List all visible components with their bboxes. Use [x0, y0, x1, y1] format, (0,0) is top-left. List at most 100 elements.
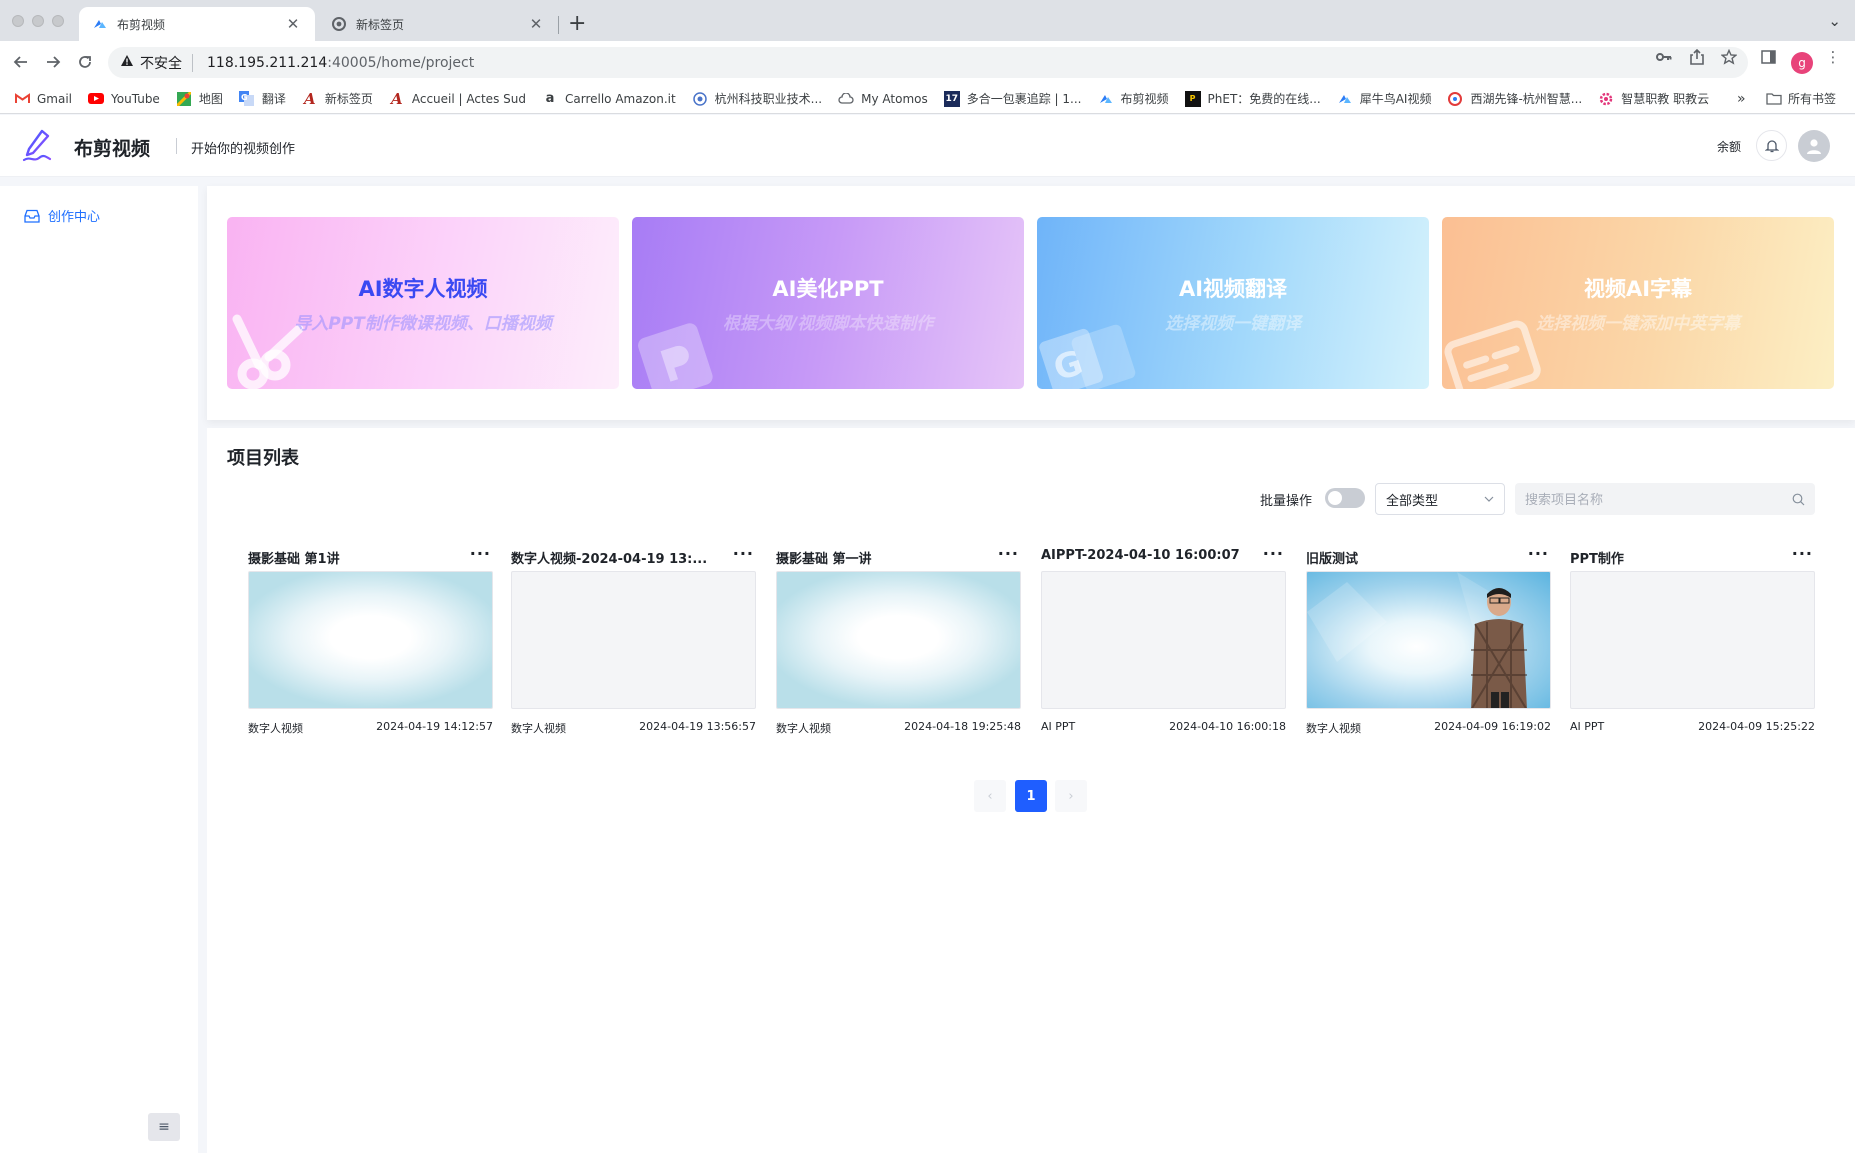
bookmark-bujian[interactable]: 布剪视频 — [1098, 90, 1169, 107]
maps-pin-icon — [176, 91, 192, 107]
notification-bell-icon[interactable] — [1756, 130, 1787, 161]
feature-panel: AI数字人视频 导入PPT制作微课视频、口播视频 AI美化PPT 根据大纲/视频… — [207, 186, 1855, 420]
project-more-icon[interactable]: ··· — [1792, 544, 1813, 563]
project-more-icon[interactable]: ··· — [1263, 544, 1284, 563]
project-thumbnail[interactable] — [511, 571, 756, 709]
project-more-icon[interactable]: ··· — [998, 544, 1019, 563]
header-divider — [176, 138, 177, 154]
project-type-select[interactable]: 全部类型 — [1375, 483, 1505, 515]
window-close-button[interactable] — [12, 15, 24, 27]
project-date: 2024-04-09 15:25:22 — [1698, 720, 1815, 733]
bookmarks-overflow-chevron-icon[interactable]: » — [1737, 91, 1746, 107]
brand-pen-logo-icon[interactable] — [22, 129, 52, 163]
bookmark-17track[interactable]: 17 多合一包裹追踪 | 1... — [943, 90, 1082, 107]
project-name: 摄影基础 第一讲 — [776, 552, 872, 567]
browser-toolbar: 不安全 118.195.211.214:40005/home/project ⋮ — [0, 41, 1855, 84]
bookmark-actes-sud[interactable]: A Accueil | Actes Sud — [389, 89, 526, 108]
bookmark-youtube[interactable]: YouTube — [88, 91, 160, 107]
key-icon[interactable] — [1655, 48, 1673, 66]
feature-title: AI美化PPT — [772, 277, 884, 301]
window-zoom-button[interactable] — [52, 15, 64, 27]
window-minimize-button[interactable] — [32, 15, 44, 27]
forward-arrow-icon[interactable] — [42, 51, 64, 73]
tab-title: 布剪视频 — [117, 17, 166, 32]
bookmark-maps[interactable]: 地图 — [176, 90, 223, 107]
brand-slogan: 开始你的视频创作 — [191, 142, 296, 157]
project-search — [1515, 483, 1815, 515]
balance-link[interactable]: 余额 — [1717, 138, 1741, 155]
project-type: AI PPT — [1041, 720, 1076, 733]
browser-tab-strip: 布剪视频 ✕ 新标签页 ✕ + ⌄ — [0, 0, 1855, 41]
chrome-favicon-icon — [332, 17, 346, 31]
sidebar-item-label: 创作中心 — [48, 210, 101, 225]
project-list-panel: 项目列表 批量操作 全部类型 摄影基础 第1讲 ··· 数字人视频 2024-0… — [207, 428, 1855, 1153]
new-tab-plus-icon[interactable]: + — [568, 12, 586, 36]
project-search-input[interactable] — [1525, 491, 1775, 507]
bookmark-phet[interactable]: P PhET：免费的在线... — [1184, 90, 1321, 107]
feature-card-ai-ppt[interactable]: AI美化PPT 根据大纲/视频脚本快速制作 — [632, 217, 1024, 389]
project-type: AI PPT — [1570, 720, 1605, 733]
project-thumbnail[interactable] — [248, 571, 493, 709]
bookmark-gmail[interactable]: Gmail — [14, 91, 72, 107]
svg-text:G: G — [241, 93, 248, 102]
search-icon[interactable] — [1792, 493, 1805, 506]
reload-icon[interactable] — [74, 51, 96, 73]
project-name: 数字人视频-2024-04-19 13:... — [511, 552, 708, 567]
selected-type: 全部类型 — [1386, 493, 1439, 509]
17track-icon: 17 — [943, 90, 960, 107]
bookmark-translate[interactable]: G 翻译 — [239, 90, 286, 107]
pagination-prev-button[interactable]: ‹ — [974, 780, 1006, 812]
address-bar[interactable]: 不安全 118.195.211.214:40005/home/project — [108, 47, 1748, 78]
project-more-icon[interactable]: ··· — [470, 544, 491, 563]
project-type: 数字人视频 — [1306, 722, 1361, 735]
side-panel-icon[interactable] — [1759, 48, 1777, 66]
chevron-down-icon — [1484, 496, 1494, 502]
feature-card-ai-digital-human[interactable]: AI数字人视频 导入PPT制作微课视频、口播视频 — [227, 217, 619, 389]
tab-close-icon[interactable]: ✕ — [528, 15, 544, 33]
share-icon[interactable] — [1688, 48, 1706, 66]
project-thumbnail[interactable] — [1570, 571, 1815, 709]
project-date: 2024-04-19 14:12:57 — [376, 720, 493, 733]
batch-operation-toggle[interactable] — [1325, 488, 1365, 508]
pagination-next-button[interactable]: › — [1055, 780, 1087, 812]
tab-search-chevron-icon[interactable]: ⌄ — [1828, 12, 1841, 30]
project-thumbnail[interactable] — [776, 571, 1021, 709]
browser-menu-kebab-icon[interactable]: ⋮ — [1824, 48, 1842, 66]
project-more-icon[interactable]: ··· — [733, 544, 754, 563]
actes-sud-a-icon: A — [304, 89, 316, 108]
xihu-logo-icon — [1447, 91, 1463, 107]
xiniuniao-icon — [1337, 91, 1353, 107]
project-more-icon[interactable]: ··· — [1528, 544, 1549, 563]
bookmark-xihu[interactable]: 西湖先锋-杭州智慧... — [1447, 90, 1582, 107]
project-thumbnail[interactable] — [1041, 571, 1286, 709]
all-bookmarks-folder[interactable]: 所有书签 — [1766, 90, 1836, 107]
bookmark-amazon[interactable]: a Carrello Amazon.it — [542, 91, 676, 107]
feature-card-video-ai-subtitle[interactable]: 视频AI字幕 选择视频一键添加中英字幕 — [1442, 217, 1834, 389]
bookmark-xiniuniao[interactable]: 犀牛鸟AI视频 — [1337, 90, 1431, 107]
bookmark-zhijiao[interactable]: 智慧职教 职教云 — [1598, 90, 1709, 107]
feature-card-ai-video-translate[interactable]: G AI视频翻译 选择视频一键翻译 — [1037, 217, 1429, 389]
bookmark-hzvtc[interactable]: 杭州科技职业技术... — [692, 90, 822, 107]
tab-close-icon[interactable]: ✕ — [285, 15, 301, 33]
tab-separator — [558, 16, 559, 34]
feature-title: 视频AI字幕 — [1583, 277, 1693, 301]
user-avatar-icon[interactable] — [1798, 130, 1830, 162]
feature-title: AI视频翻译 — [1178, 277, 1288, 301]
project-type: 数字人视频 — [776, 722, 831, 735]
pagination-page-button[interactable]: 1 — [1015, 780, 1047, 812]
sidebar-collapse-menu-icon[interactable]: ≡ — [148, 1113, 180, 1141]
profile-avatar[interactable]: g — [1791, 52, 1813, 74]
browser-tab-newtab[interactable]: 新标签页 ✕ — [318, 7, 558, 41]
project-thumbnail[interactable] — [1306, 571, 1551, 709]
warning-triangle-icon — [120, 54, 134, 71]
phet-icon: P — [1184, 90, 1201, 107]
bookmark-star-icon[interactable] — [1720, 48, 1738, 66]
back-arrow-icon[interactable] — [10, 51, 32, 73]
bookmark-newtab-actes[interactable]: A 新标签页 — [302, 89, 373, 108]
security-status-label[interactable]: 不安全 — [140, 53, 182, 73]
browser-tab-active[interactable]: 布剪视频 ✕ — [79, 7, 315, 41]
sidebar-item-creation-center[interactable]: 创作中心 — [24, 206, 100, 225]
actes-sud-a-icon: A — [391, 89, 403, 108]
batch-operation-label: 批量操作 — [1260, 494, 1313, 509]
bookmark-atomos[interactable]: My Atomos — [838, 91, 928, 107]
